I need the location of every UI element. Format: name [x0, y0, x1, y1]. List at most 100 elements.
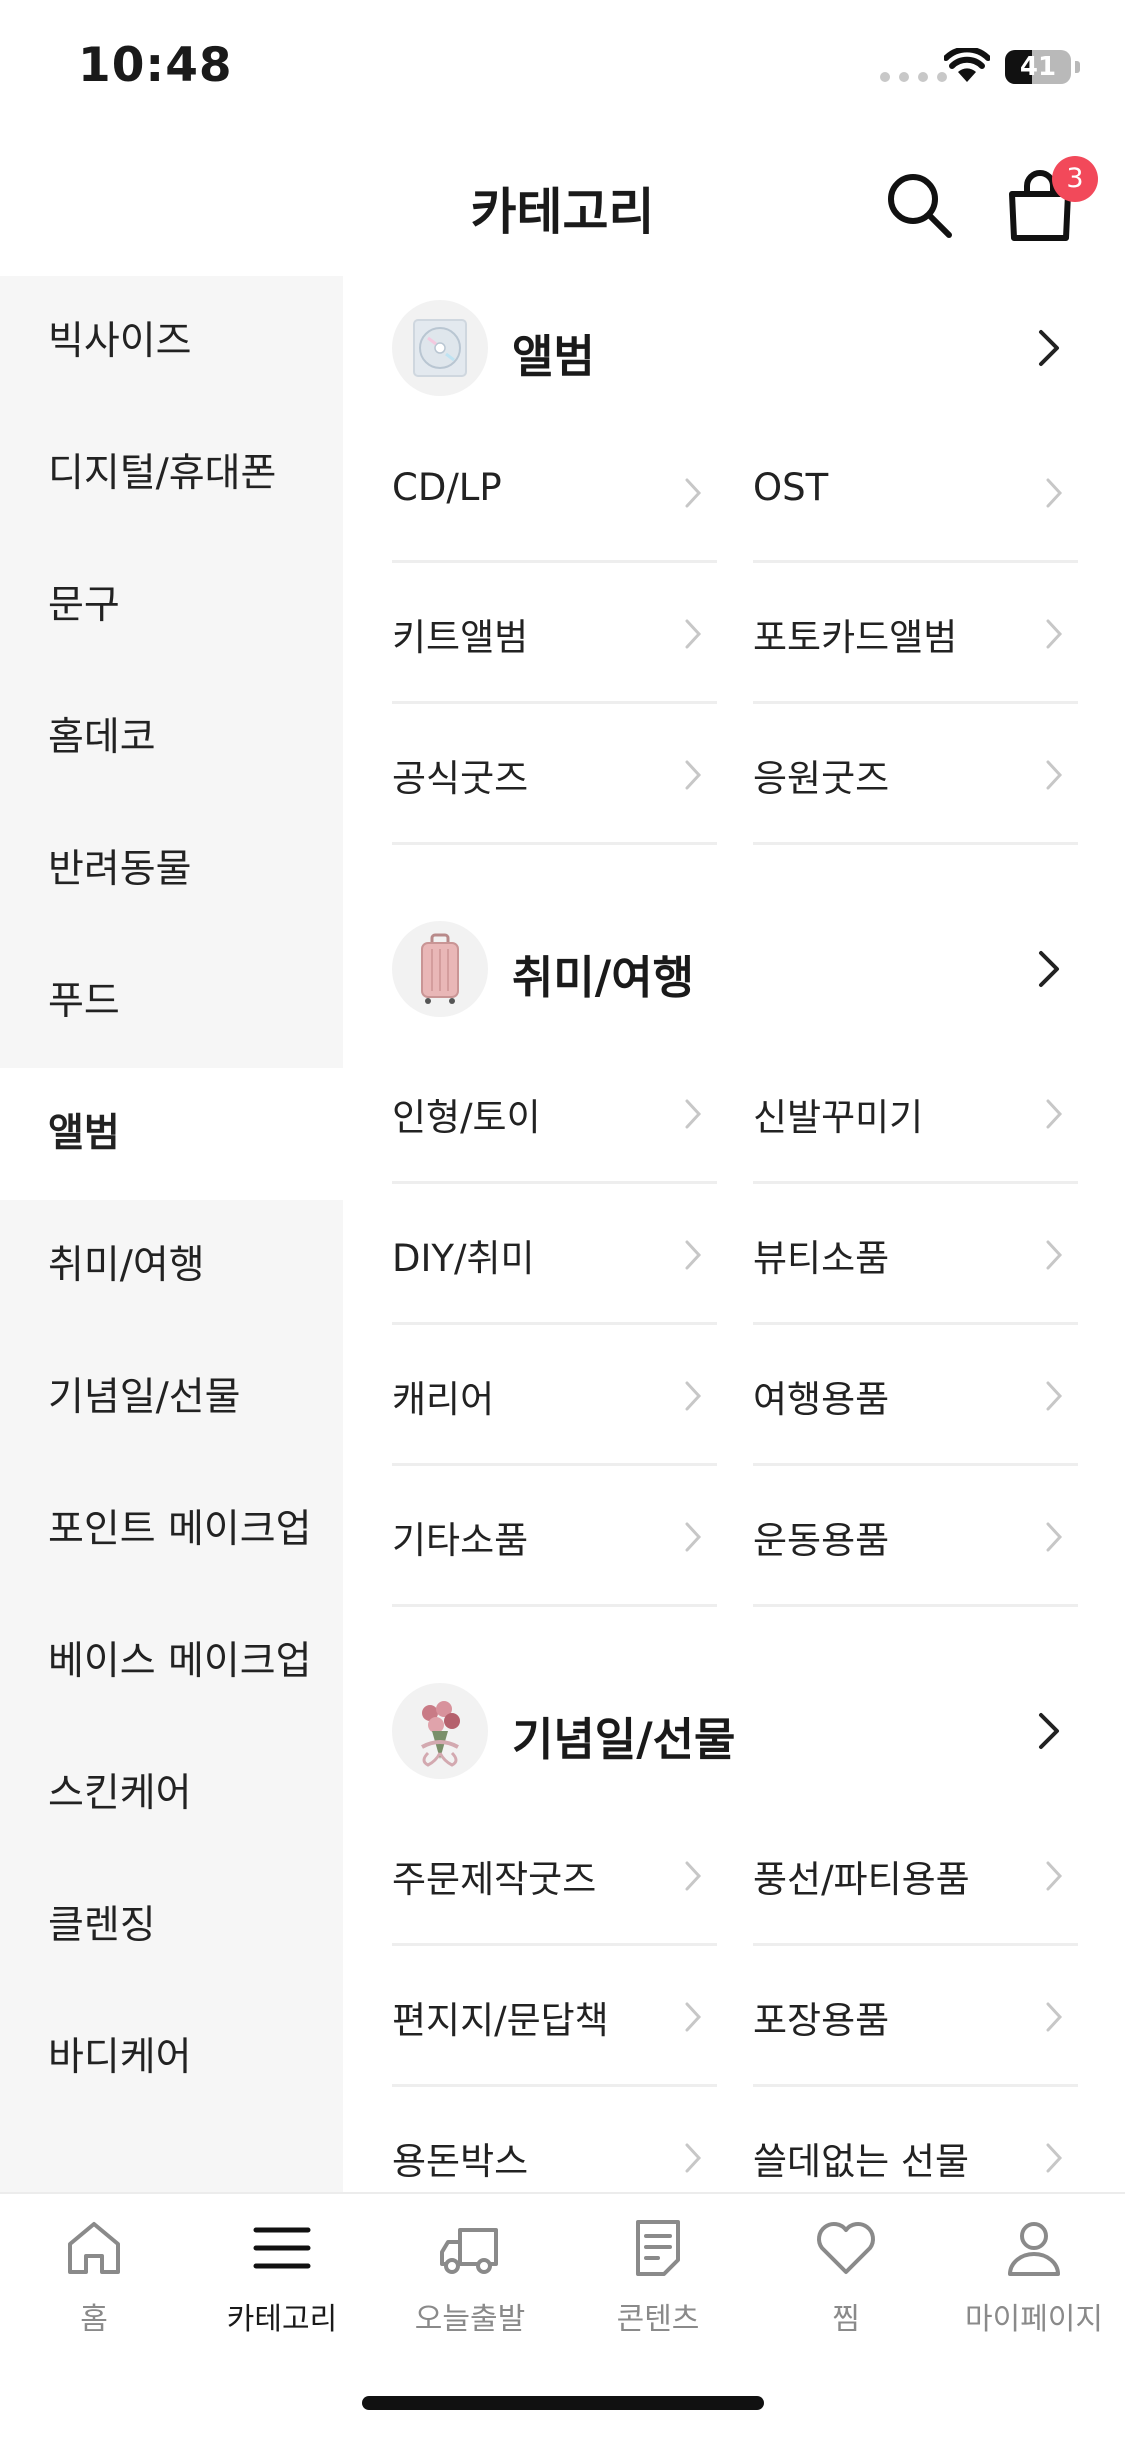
subcategory-label: 키트앨범: [392, 616, 529, 659]
bouquet-icon: [392, 1683, 488, 1779]
tab-today-shipping[interactable]: 오늘출발: [376, 2216, 564, 2338]
subcategory-label: 신발꾸미기: [753, 1096, 924, 1139]
chevron-right-icon: [685, 619, 702, 649]
tab-home[interactable]: 홈: [0, 2216, 188, 2338]
tab-label: 카테고리: [226, 2302, 338, 2337]
sidebar-item-point-makeup[interactable]: 포인트 메이크업: [0, 1464, 343, 1596]
subcategory-label: 응원굿즈: [753, 757, 890, 800]
chevron-right-icon: [1046, 760, 1063, 790]
subcategory-item[interactable]: 포장용품: [753, 1946, 1078, 2087]
section-header-anniversary-gift[interactable]: 기념일/선물: [343, 1659, 1125, 1805]
section-title: 취미/여행: [512, 951, 695, 1004]
category-content: 앨범 CD/LP OST 키트앨범 포토카드앨범 공식굿즈 응원굿즈 취미/여행…: [343, 276, 1125, 2192]
sidebar-item-bigsize[interactable]: 빅사이즈: [0, 276, 343, 408]
sidebar-item-pet[interactable]: 반려동물: [0, 804, 343, 936]
subcategory-label: 쓸데없는 선물: [753, 2140, 970, 2183]
subcategory-grid: 주문제작굿즈 풍선/파티용품 편지지/문답책 포장용품 용돈박스 쓸데없는 선물: [343, 1805, 1125, 2192]
subcategory-label: 캐리어: [392, 1378, 495, 1421]
chevron-right-icon: [685, 1522, 702, 1552]
home-indicator: [362, 2396, 764, 2410]
section-title: 앨범: [512, 330, 595, 383]
tab-contents[interactable]: 콘텐츠: [564, 2216, 752, 2338]
tab-label: 콘텐츠: [616, 2302, 700, 2337]
subcategory-item[interactable]: 쓸데없는 선물: [753, 2087, 1078, 2192]
tab-mypage[interactable]: 마이페이지: [940, 2216, 1125, 2338]
tab-category[interactable]: 카테고리: [188, 2216, 376, 2338]
subcategory-label: 포장용품: [753, 1999, 890, 2042]
status-time: 10:48: [78, 38, 233, 93]
tab-label: 찜: [832, 2302, 860, 2337]
subcategory-item[interactable]: 뷰티소품: [753, 1184, 1078, 1325]
subcategory-item[interactable]: 운동용품: [753, 1466, 1078, 1607]
subcategory-item[interactable]: 캐리어: [392, 1325, 717, 1466]
sidebar-item-stationery[interactable]: 문구: [0, 540, 343, 672]
sidebar-item-skincare[interactable]: 스킨케어: [0, 1728, 343, 1860]
section-header-album[interactable]: 앨범: [343, 276, 1125, 422]
subcategory-label: 편지지/문답책: [392, 1999, 609, 2042]
subcategory-item[interactable]: CD/LP: [392, 422, 717, 563]
subcategory-label: 운동용품: [753, 1519, 890, 1562]
subcategory-item[interactable]: 용돈박스: [392, 2087, 717, 2192]
search-icon: [888, 174, 952, 238]
subcategory-grid: CD/LP OST 키트앨범 포토카드앨범 공식굿즈 응원굿즈: [343, 422, 1125, 845]
heart-icon: [817, 2222, 875, 2274]
truck-icon: [440, 2228, 498, 2274]
chevron-right-icon: [685, 1381, 702, 1411]
suitcase-icon: [392, 921, 488, 1017]
sidebar-item-album[interactable]: 앨범: [0, 1068, 343, 1200]
sidebar-item-digital[interactable]: 디지털/휴대폰: [0, 408, 343, 540]
subcategory-label: OST: [753, 466, 829, 509]
cellular-signal-icon: [880, 72, 947, 82]
section-header-hobby-travel[interactable]: 취미/여행: [343, 897, 1125, 1043]
page-title: 카테고리: [470, 183, 655, 241]
wifi-icon: [944, 48, 990, 82]
sidebar-item-base-makeup[interactable]: 베이스 메이크업: [0, 1596, 343, 1728]
battery-icon: 41: [1005, 50, 1071, 84]
search-button[interactable]: [882, 168, 956, 242]
sidebar-item-food[interactable]: 푸드: [0, 936, 343, 1068]
sidebar-item-homedeco[interactable]: 홈데코: [0, 672, 343, 804]
subcategory-label: 주문제작굿즈: [392, 1858, 597, 1901]
chevron-right-icon: [1046, 478, 1063, 508]
sidebar-item-bodycare[interactable]: 바디케어: [0, 1992, 343, 2124]
subcategory-label: 풍선/파티용품: [753, 1858, 970, 1901]
tab-wishlist[interactable]: 찜: [752, 2216, 940, 2338]
subcategory-item[interactable]: 키트앨범: [392, 563, 717, 704]
chevron-right-icon: [685, 1240, 702, 1270]
user-icon: [1008, 2222, 1060, 2276]
status-bar: 10:48 41: [0, 0, 1125, 130]
chevron-right-icon: [685, 2143, 702, 2173]
subcategory-item[interactable]: 기타소품: [392, 1466, 717, 1607]
header: 카테고리: [0, 130, 1125, 276]
chevron-right-icon: [1039, 1713, 1059, 1749]
chevron-right-icon: [685, 1099, 702, 1129]
subcategory-item[interactable]: 인형/토이: [392, 1043, 717, 1184]
subcategory-item[interactable]: OST: [753, 422, 1078, 563]
subcategory-item[interactable]: 풍선/파티용품: [753, 1805, 1078, 1946]
subcategory-item[interactable]: 편지지/문답책: [392, 1946, 717, 2087]
sidebar-item-anniversary-gift[interactable]: 기념일/선물: [0, 1332, 343, 1464]
category-sidebar: 빅사이즈 디지털/휴대폰 문구 홈데코 반려동물 푸드 앨범 취미/여행 기념일…: [0, 276, 343, 2192]
sidebar-item-hobby-travel[interactable]: 취미/여행: [0, 1200, 343, 1332]
chevron-right-icon: [685, 478, 702, 508]
section-title: 기념일/선물: [512, 1713, 736, 1766]
chevron-right-icon: [1039, 330, 1059, 366]
subcategory-item[interactable]: 여행용품: [753, 1325, 1078, 1466]
subcategory-item[interactable]: 신발꾸미기: [753, 1043, 1078, 1184]
subcategory-item[interactable]: 공식굿즈: [392, 704, 717, 845]
chevron-right-icon: [1046, 2002, 1063, 2032]
subcategory-label: 기타소품: [392, 1519, 529, 1562]
chevron-right-icon: [685, 2002, 702, 2032]
subcategory-item[interactable]: 포토카드앨범: [753, 563, 1078, 704]
subcategory-label: 뷰티소품: [753, 1237, 890, 1280]
subcategory-label: 용돈박스: [392, 2140, 529, 2183]
sidebar-item-cleansing[interactable]: 클렌징: [0, 1860, 343, 1992]
subcategory-item[interactable]: 주문제작굿즈: [392, 1805, 717, 1946]
chevron-right-icon: [1039, 951, 1059, 987]
subcategory-label: CD/LP: [392, 466, 502, 509]
subcategory-item[interactable]: 응원굿즈: [753, 704, 1078, 845]
chevron-right-icon: [1046, 619, 1063, 649]
subcategory-grid: 인형/토이 신발꾸미기 DIY/취미 뷰티소품 캐리어 여행용품 기타소품 운동…: [343, 1043, 1125, 1607]
subcategory-item[interactable]: DIY/취미: [392, 1184, 717, 1325]
home-icon: [68, 2222, 120, 2274]
